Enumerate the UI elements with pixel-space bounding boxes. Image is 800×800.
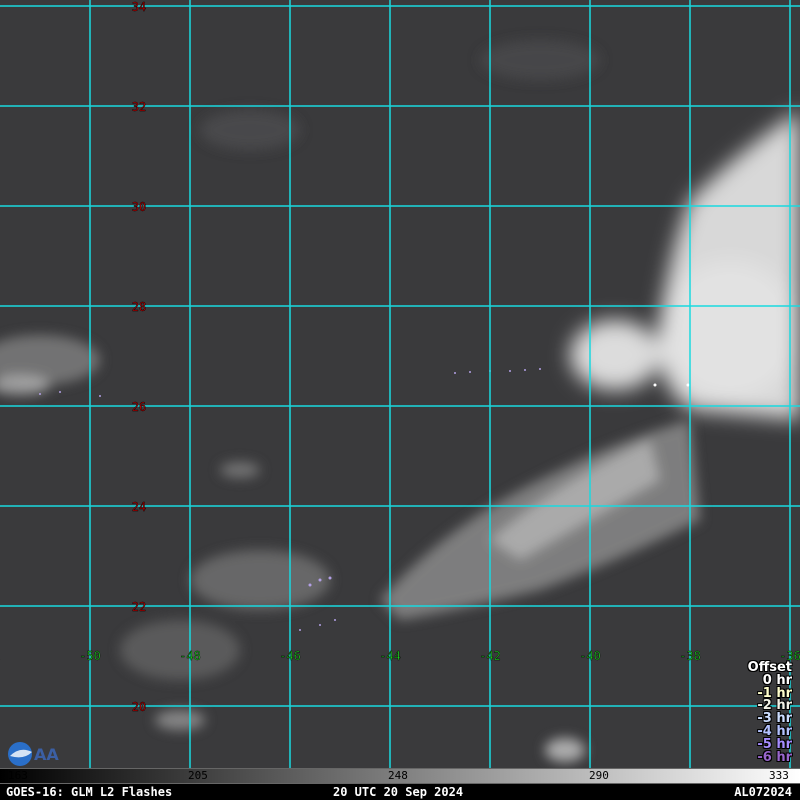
colorbar-tick: 333 <box>769 769 789 782</box>
longitude-label: -52 <box>0 649 1 663</box>
footer-time: 20 UTC 20 Sep 2024 <box>333 785 464 799</box>
colorbar-tick: 248 <box>388 769 408 782</box>
noaa-logo-icon: AA <box>8 742 59 766</box>
longitude-label: -40 <box>579 649 601 663</box>
footer-storm-id: AL072024 <box>734 785 792 799</box>
latitude-label: 20 <box>132 700 146 714</box>
longitude-label: -48 <box>179 649 201 663</box>
colorbar-tick: 163 <box>8 769 28 782</box>
latitude-label: 34 <box>132 0 146 14</box>
longitude-label: -42 <box>479 649 501 663</box>
legend-item: -6 hr <box>757 749 792 765</box>
latitude-label: 24 <box>132 500 146 514</box>
longitude-label: -38 <box>679 649 701 663</box>
svg-text:AA: AA <box>34 745 59 764</box>
footer-bar: GOES-16: GLM L2 Flashes 20 UTC 20 Sep 20… <box>0 784 800 800</box>
colorbar-tick: 290 <box>589 769 609 782</box>
longitude-label: -44 <box>379 649 401 663</box>
longitude-label: -46 <box>279 649 301 663</box>
footer-product: GOES-16: GLM L2 Flashes <box>6 785 173 799</box>
latitude-label: 28 <box>132 300 146 314</box>
longitude-label: -50 <box>79 649 101 663</box>
offset-legend: Offset 0 hr -1 hr -2 hr -3 hr -4 hr -5 h… <box>748 661 792 765</box>
latitude-label: 26 <box>132 400 146 414</box>
colorbar-tick: 205 <box>188 769 208 782</box>
latitude-label: 30 <box>132 200 146 214</box>
latitude-label: 32 <box>132 100 146 114</box>
satellite-map: 34 32 30 28 26 24 22 20 -52 -50 -48 -46 -44 -42 -40 -38… <box>0 0 800 768</box>
latitude-label: 22 <box>132 600 146 614</box>
